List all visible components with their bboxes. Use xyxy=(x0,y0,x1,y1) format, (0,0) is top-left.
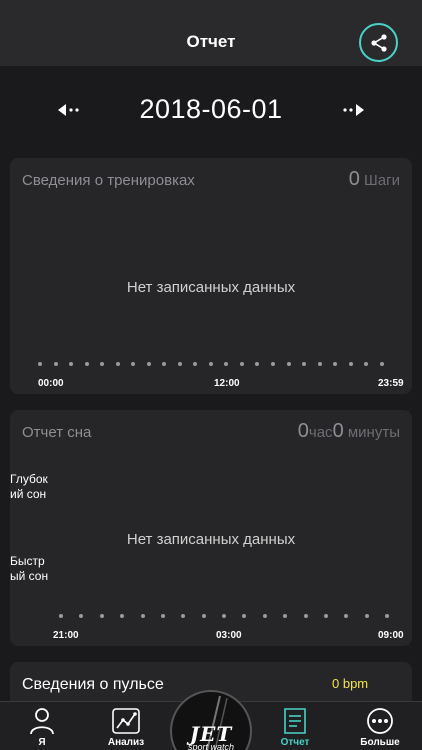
steps-unit: Шаги xyxy=(364,172,400,189)
sleep-hours-value: 0 xyxy=(297,420,309,442)
sleep-time-label-mid: 03:00 xyxy=(216,630,242,641)
timeline-dot xyxy=(69,362,74,366)
date-navigator: 2018-06-01 xyxy=(0,84,422,136)
timeline-dot xyxy=(222,614,226,618)
sleep-time-label-start: 21:00 xyxy=(53,630,79,641)
timeline-dot xyxy=(302,362,307,366)
sleep-empty-message: Нет записанных данных xyxy=(126,531,296,548)
sleep-time-label-end: 09:00 xyxy=(378,630,404,641)
timeline-dot xyxy=(333,362,338,366)
app-header: Отчет xyxy=(0,0,422,66)
sleep-hours-unit: час xyxy=(308,424,333,441)
timeline-dot xyxy=(317,362,322,366)
timeline-dot xyxy=(364,362,369,366)
training-steps: 0 Шаги xyxy=(349,168,400,191)
person-icon xyxy=(30,708,54,735)
more-icon xyxy=(367,708,393,734)
logo-subtext: sport watch xyxy=(187,742,235,750)
share-button[interactable] xyxy=(359,23,398,62)
timeline-dot xyxy=(120,614,125,618)
sleep-timeline-dots xyxy=(59,614,389,618)
timeline-dot xyxy=(224,362,229,366)
timeline-dot xyxy=(59,614,63,618)
timeline-dot xyxy=(344,614,349,618)
tab-me-label: Я xyxy=(38,737,46,748)
timeline-dot xyxy=(99,614,104,618)
tab-report-label: Отчет xyxy=(280,737,310,748)
timeline-dot xyxy=(140,614,145,618)
timeline-dot xyxy=(201,614,206,618)
next-arrow-icon xyxy=(343,104,364,116)
timeline-dot xyxy=(115,362,120,366)
training-title: Сведения о тренировках xyxy=(22,172,195,189)
timeline-dot xyxy=(385,614,389,618)
tab-report[interactable]: Отчет xyxy=(265,702,325,750)
timeline-dot xyxy=(160,614,165,618)
timeline-dot xyxy=(100,362,105,366)
pulse-title: Сведения о пульсе xyxy=(22,676,164,693)
timeline-dot xyxy=(181,614,186,618)
timeline-dot xyxy=(379,362,384,366)
sleep-minutes-value: 0 xyxy=(332,420,344,442)
timeline-dot xyxy=(79,614,84,618)
tab-more-label: Больше xyxy=(360,737,400,748)
training-empty-message: Нет записанных данных xyxy=(126,279,296,296)
training-timeline-dots xyxy=(38,362,384,366)
timeline-dot xyxy=(283,614,288,618)
sleep-minutes-unit: минуты xyxy=(347,424,400,441)
time-label-end: 23:59 xyxy=(378,378,404,389)
sleep-title: Отчет сна xyxy=(22,424,92,441)
timeline-dot xyxy=(348,362,353,366)
training-card[interactable]: Сведения о тренировках 0 Шаги Нет записа… xyxy=(10,158,412,394)
timeline-dot xyxy=(239,362,244,366)
report-icon xyxy=(284,708,306,734)
timeline-dot xyxy=(193,362,198,366)
deep-sleep-label: Глубок ий сон xyxy=(10,472,48,501)
timeline-dot xyxy=(162,362,167,366)
share-icon xyxy=(370,33,387,52)
timeline-dot xyxy=(270,362,275,366)
timeline-dot xyxy=(177,362,182,366)
next-day-button[interactable] xyxy=(336,98,366,122)
timeline-dot xyxy=(262,614,267,618)
timeline-dot xyxy=(53,362,58,366)
timeline-dot xyxy=(38,362,42,366)
jet-logo-button[interactable]: JET sport watch xyxy=(170,690,252,750)
timeline-dot xyxy=(255,362,260,366)
fast-sleep-label: Быстр ый сон xyxy=(10,554,49,583)
sleep-card[interactable]: Отчет сна 0час0 минуты Глубок ий сон Нет… xyxy=(10,410,412,646)
tab-analysis-label: Анализ xyxy=(107,737,145,748)
timeline-dot xyxy=(208,362,213,366)
sleep-duration: 0час0 минуты xyxy=(298,420,400,443)
timeline-dot xyxy=(323,614,328,618)
timeline-dot xyxy=(242,614,247,618)
pulse-value: 0 bpm xyxy=(332,676,369,691)
tab-me[interactable]: Я xyxy=(12,702,72,750)
timeline-dot xyxy=(146,362,151,366)
tab-more[interactable]: Больше xyxy=(350,702,410,750)
steps-value: 0 xyxy=(348,168,360,190)
time-label-start: 00:00 xyxy=(38,378,64,389)
timeline-dot xyxy=(131,362,136,366)
chart-icon xyxy=(112,708,140,734)
timeline-dot xyxy=(303,614,308,618)
timeline-dot xyxy=(286,362,291,366)
tab-analysis[interactable]: Анализ xyxy=(96,702,156,750)
timeline-dot xyxy=(364,614,369,618)
timeline-dot xyxy=(84,362,89,366)
time-label-mid: 12:00 xyxy=(214,378,240,389)
